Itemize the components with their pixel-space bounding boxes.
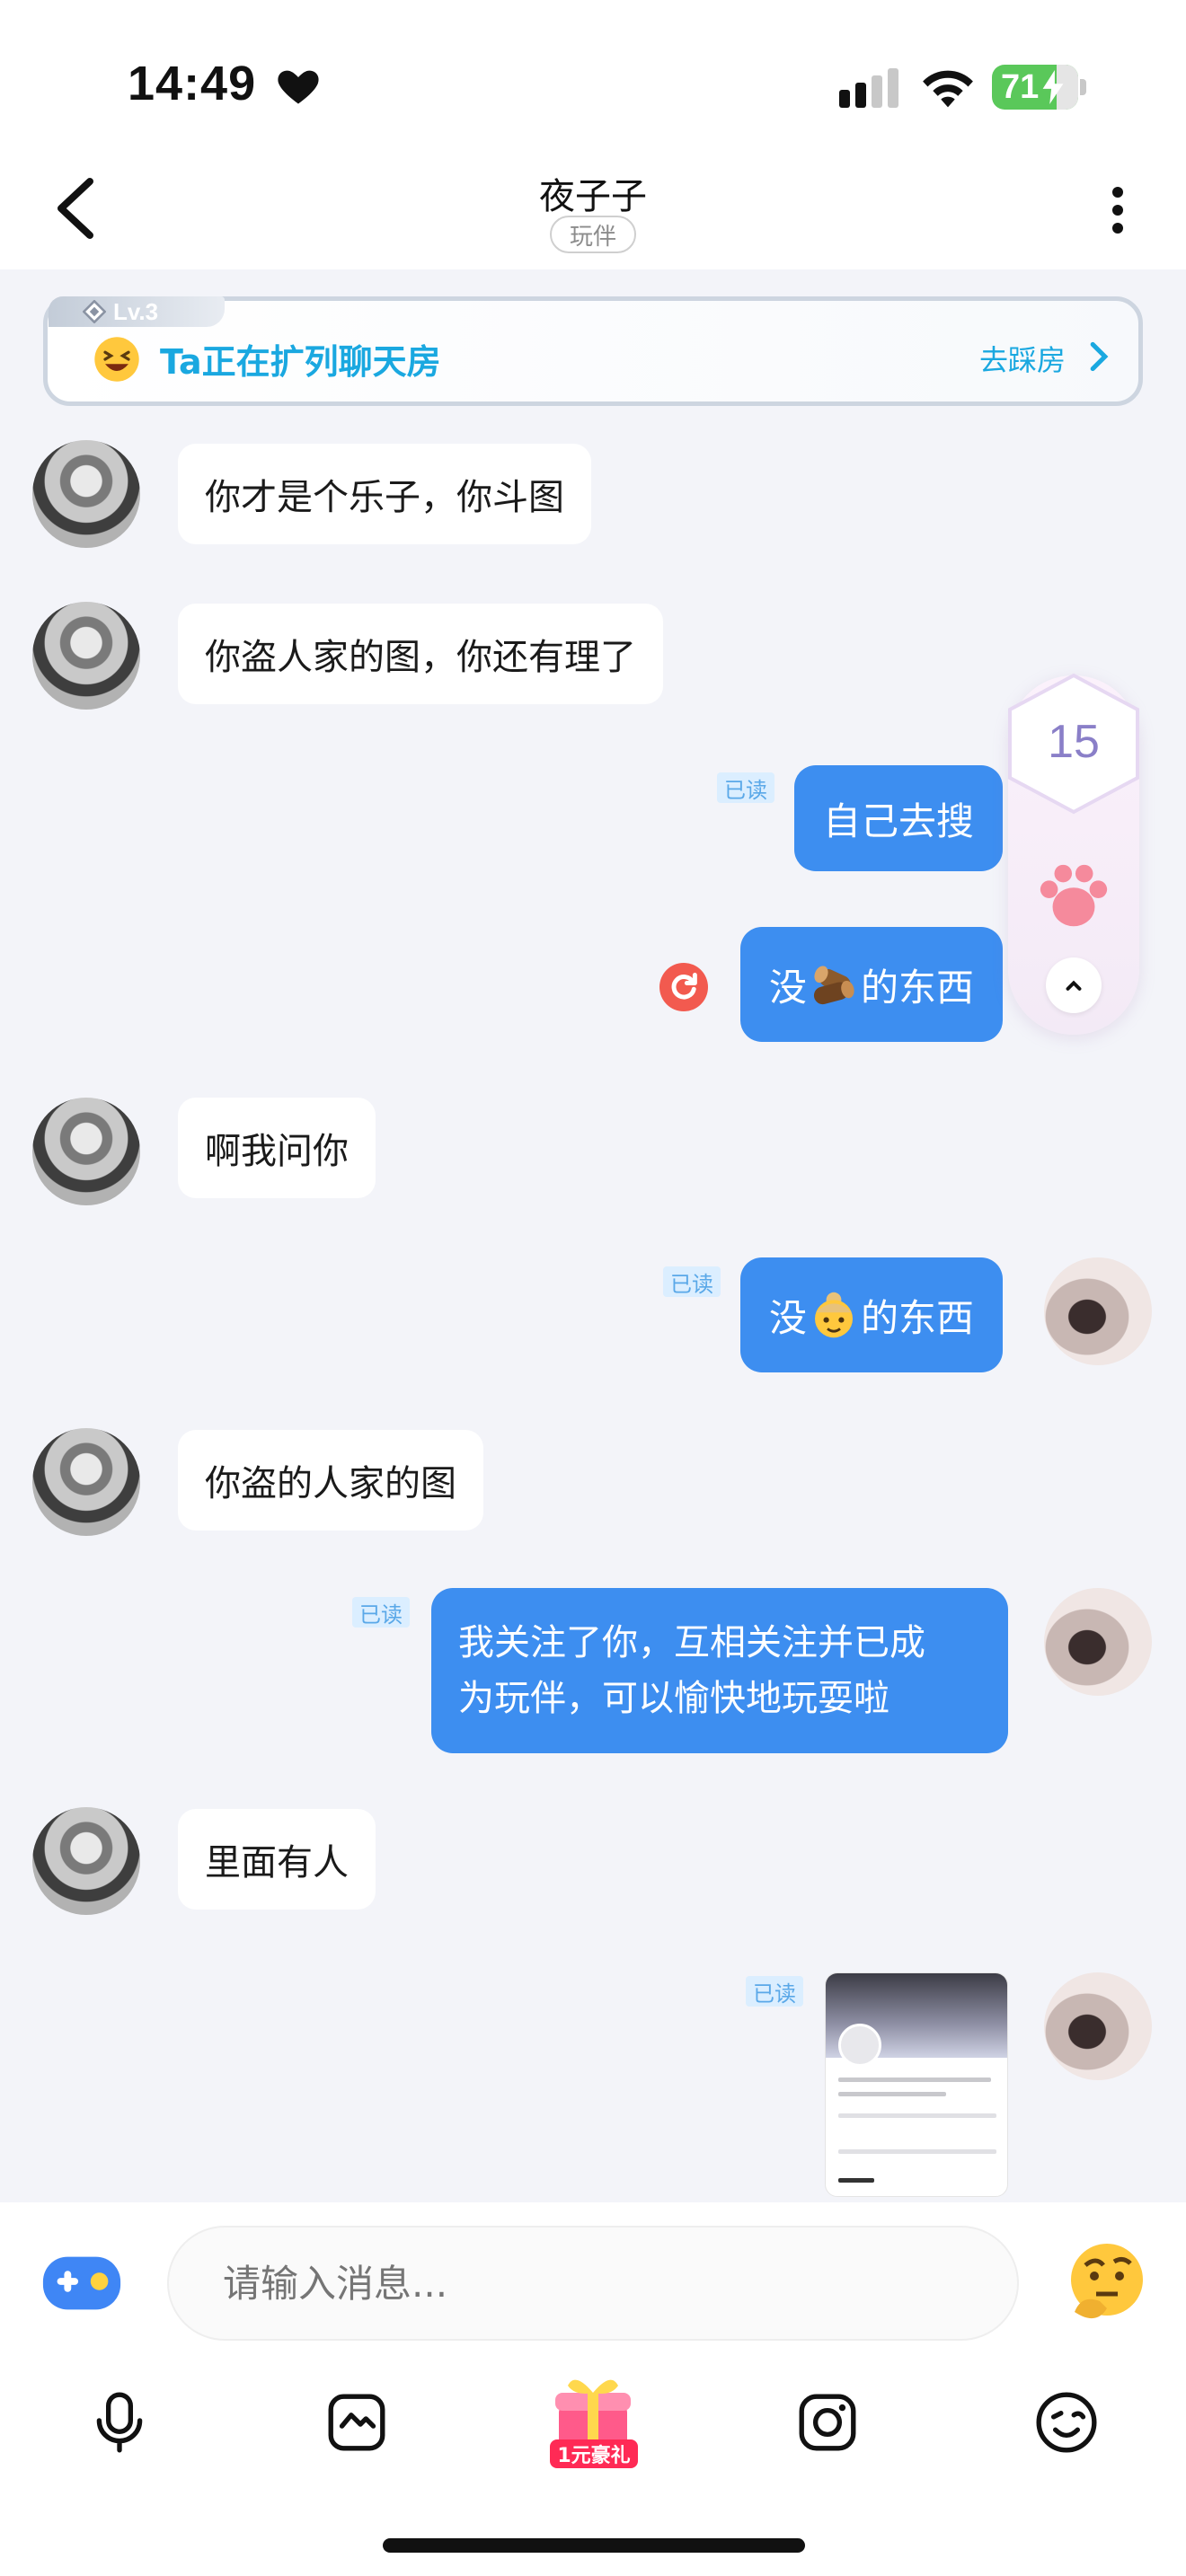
sticker-icon[interactable] <box>323 2389 390 2456</box>
paw-icon[interactable] <box>1035 860 1112 932</box>
my-avatar[interactable] <box>1044 1588 1152 1696</box>
message-text: 你才是个乐子，你斗图 <box>205 477 564 518</box>
message-line-1: 我关注了你，互相关注并已成 <box>458 1622 925 1663</box>
outgoing-message-bubble[interactable]: 我关注了你，互相关注并已成 为玩伴，可以愉快地玩耍啦 <box>431 1588 1008 1753</box>
battery-level: 71 <box>1001 67 1040 106</box>
game-controller-icon[interactable] <box>40 2245 124 2317</box>
read-receipt: 已读 <box>746 1976 803 2007</box>
other-user-avatar[interactable] <box>32 602 140 710</box>
heart-icon <box>278 70 319 104</box>
message-text-after: 的东西 <box>861 1295 975 1340</box>
diamond-icon <box>83 300 106 323</box>
relationship-tag: 玩伴 <box>550 216 636 253</box>
my-avatar[interactable] <box>1044 1257 1152 1365</box>
incoming-message-bubble[interactable]: 你盗人家的图，你还有理了 <box>178 604 663 704</box>
message-text: 你盗人家的图，你还有理了 <box>205 637 636 678</box>
log-emoji-icon <box>813 966 854 1005</box>
read-receipt: 已读 <box>352 1597 410 1628</box>
level-badge: Lv.3 <box>49 296 225 327</box>
charging-bolt-icon <box>1042 70 1064 104</box>
outgoing-message-bubble[interactable]: 自己去搜 <box>794 765 1004 871</box>
other-user-avatar[interactable] <box>32 1428 140 1536</box>
widget-count: 15 <box>1048 716 1100 768</box>
incoming-message-bubble[interactable]: 你才是个乐子，你斗图 <box>178 444 591 544</box>
thinking-emoji-icon[interactable] <box>1064 2240 1150 2326</box>
home-indicator <box>383 2538 805 2553</box>
my-avatar[interactable] <box>1044 1972 1152 2080</box>
image-thumbnail-line <box>838 2078 991 2082</box>
incoming-message-bubble[interactable]: 你盗的人家的图 <box>178 1430 483 1531</box>
message-text: 自己去搜 <box>823 798 975 843</box>
other-user-avatar[interactable] <box>32 1807 140 1915</box>
outgoing-message-bubble[interactable]: 没 的东西 <box>740 1257 1004 1372</box>
wifi-icon <box>923 70 973 108</box>
chevron-up-icon <box>1066 980 1082 991</box>
image-thumbnail-line <box>838 2178 874 2183</box>
gift-label: 1元豪礼 <box>550 2439 638 2468</box>
message-text: 你盗的人家的图 <box>205 1463 456 1504</box>
camera-icon[interactable] <box>794 2389 861 2456</box>
chevron-right-icon <box>1090 341 1109 372</box>
incoming-message-bubble[interactable]: 啊我问你 <box>178 1098 376 1198</box>
message-input[interactable] <box>167 2226 1019 2341</box>
other-user-avatar[interactable] <box>32 440 140 548</box>
message-text: 里面有人 <box>205 1842 349 1883</box>
outgoing-message-bubble[interactable]: 没 的东西 <box>740 927 1004 1042</box>
grandma-emoji-icon <box>815 1292 854 1338</box>
read-receipt: 已读 <box>717 772 774 803</box>
read-receipt: 已读 <box>663 1266 721 1297</box>
emoji-icon[interactable] <box>1033 2389 1100 2456</box>
retry-send-icon[interactable] <box>659 963 708 1011</box>
message-text-after: 的东西 <box>861 965 975 1010</box>
visit-room-link[interactable]: 去踩房 <box>979 338 1066 379</box>
message-text-before: 没 <box>769 965 808 1010</box>
microphone-icon[interactable] <box>86 2389 153 2456</box>
signal-icon <box>839 68 898 108</box>
image-thumbnail-avatar <box>838 2024 881 2067</box>
image-thumbnail-line <box>838 2149 996 2154</box>
more-options-icon[interactable] <box>1100 183 1136 237</box>
banner-text: Ta正在扩列聊天房 <box>160 342 441 382</box>
battery-tip <box>1080 79 1086 95</box>
laughing-emoji-icon <box>94 337 139 382</box>
image-thumbnail-line <box>838 2092 946 2096</box>
chat-title: 夜子子 <box>539 176 647 217</box>
status-time: 14:49 <box>128 57 257 110</box>
message-text: 啊我问你 <box>205 1131 349 1172</box>
message-line-2: 为玩伴，可以愉快地玩耍啦 <box>458 1678 890 1719</box>
level-label: Lv.3 <box>113 297 159 325</box>
image-thumbnail-line <box>838 2113 996 2118</box>
message-text-before: 没 <box>769 1295 808 1340</box>
battery-indicator: 71 <box>992 65 1078 110</box>
incoming-message-bubble[interactable]: 里面有人 <box>178 1809 376 1910</box>
other-user-avatar[interactable] <box>32 1098 140 1205</box>
image-message[interactable] <box>825 1972 1008 2197</box>
